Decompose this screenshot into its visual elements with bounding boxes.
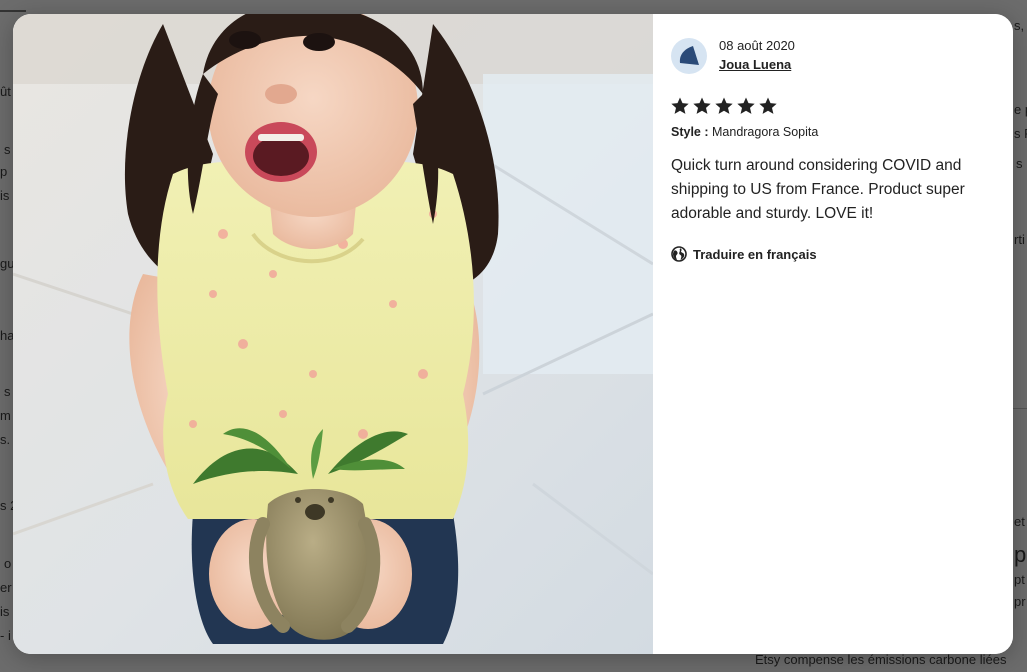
background-text: s F (1014, 126, 1027, 141)
avatar-icon[interactable] (671, 38, 707, 74)
background-text: pt (1014, 572, 1025, 587)
star-icon (759, 97, 777, 114)
review-text: Quick turn around considering COVID and … (671, 157, 965, 222)
background-text: rti (1014, 232, 1025, 247)
review-detail-panel: 08 août 2020 Joua Luena Style : Mandrago… (653, 14, 1013, 654)
background-text: et (1014, 514, 1025, 529)
background-text: p (1014, 542, 1027, 567)
star-icon (715, 97, 733, 114)
review-date: 08 août 2020 (719, 38, 795, 53)
background-divider (0, 10, 26, 12)
star-icon (737, 97, 755, 114)
background-text: m (0, 408, 11, 423)
star-rating (670, 96, 778, 116)
translate-button[interactable]: Traduire en français (671, 246, 817, 262)
background-text: s (1016, 156, 1023, 171)
background-text: pr (1014, 594, 1026, 609)
style-value: Mandragora Sopita (712, 125, 819, 139)
review-photo[interactable] (13, 14, 653, 654)
background-text: er (0, 580, 12, 595)
background-text: is (0, 604, 10, 619)
reviewer-name-link[interactable]: Joua Luena (719, 57, 791, 72)
background-text: p (0, 164, 8, 179)
background-footer-text: Etsy compense les émissions carbone liée… (755, 652, 1007, 667)
review-photo-modal: 08 août 2020 Joua Luena Style : Mandrago… (13, 14, 1013, 654)
background-divider (1012, 408, 1027, 409)
style-label: Style : (671, 125, 709, 139)
background-text: s, l (1014, 18, 1027, 33)
star-icon (671, 97, 689, 114)
background-text: e p (1014, 102, 1027, 117)
review-photo-image (13, 14, 653, 654)
background-text: s (4, 384, 11, 399)
background-text: o (4, 556, 12, 571)
background-text: is (0, 188, 10, 203)
globe-icon (671, 246, 687, 262)
translate-label: Traduire en français (693, 246, 817, 262)
star-icon (693, 97, 711, 114)
background-text: s (4, 142, 11, 157)
variant-style: Style : Mandragora Sopita (671, 125, 818, 139)
background-text: ût (0, 84, 11, 99)
background-text: - i (0, 628, 11, 643)
